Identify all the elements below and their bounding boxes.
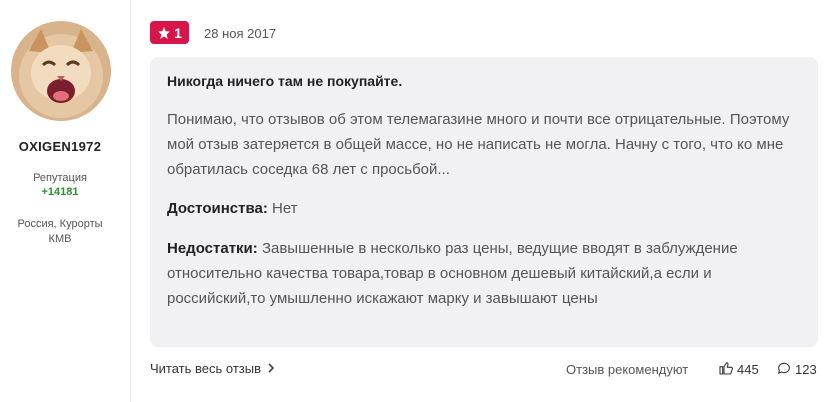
- chevron-right-icon: [267, 361, 275, 376]
- review-pros: Достоинства: Нет: [167, 200, 807, 217]
- review-cons: Недостатки: Завышенные в несколько раз ц…: [167, 236, 807, 311]
- pros-text: Нет: [272, 200, 298, 217]
- review-date: 28 ноя 2017: [204, 26, 277, 41]
- rating-value: 1: [174, 24, 182, 41]
- review-title[interactable]: Никогда ничего там не покупайте.: [167, 73, 402, 89]
- recommend-label: Отзыв рекомендуют: [566, 362, 689, 377]
- star-icon: [157, 26, 171, 40]
- reputation-label: Репутация: [33, 172, 87, 184]
- comments-button[interactable]: 123: [776, 360, 817, 379]
- read-full-review-link[interactable]: Читать весь отзыв: [150, 361, 275, 376]
- likes-count: 445: [737, 362, 759, 377]
- reputation-value: +14181: [41, 186, 79, 198]
- cons-label: Недостатки:: [167, 240, 258, 257]
- review-body: Понимаю, что отзывов об этом телемагазин…: [167, 111, 790, 178]
- column-divider: [130, 0, 131, 402]
- author-location: Россия, Курорты КМВ: [17, 218, 103, 245]
- pros-label: Достоинства:: [167, 200, 268, 217]
- avatar[interactable]: [11, 21, 111, 121]
- thumbs-up-icon: [718, 360, 734, 379]
- rating-badge: 1: [150, 21, 189, 44]
- read-more-label: Читать весь отзыв: [150, 361, 262, 376]
- comment-icon: [776, 360, 792, 379]
- author-panel: OXIGEN1972 Репутация +14181 Россия, Куро…: [0, 0, 124, 402]
- author-username[interactable]: OXIGEN1972: [0, 139, 120, 154]
- like-button[interactable]: 445: [718, 360, 759, 379]
- comments-count: 123: [795, 362, 817, 377]
